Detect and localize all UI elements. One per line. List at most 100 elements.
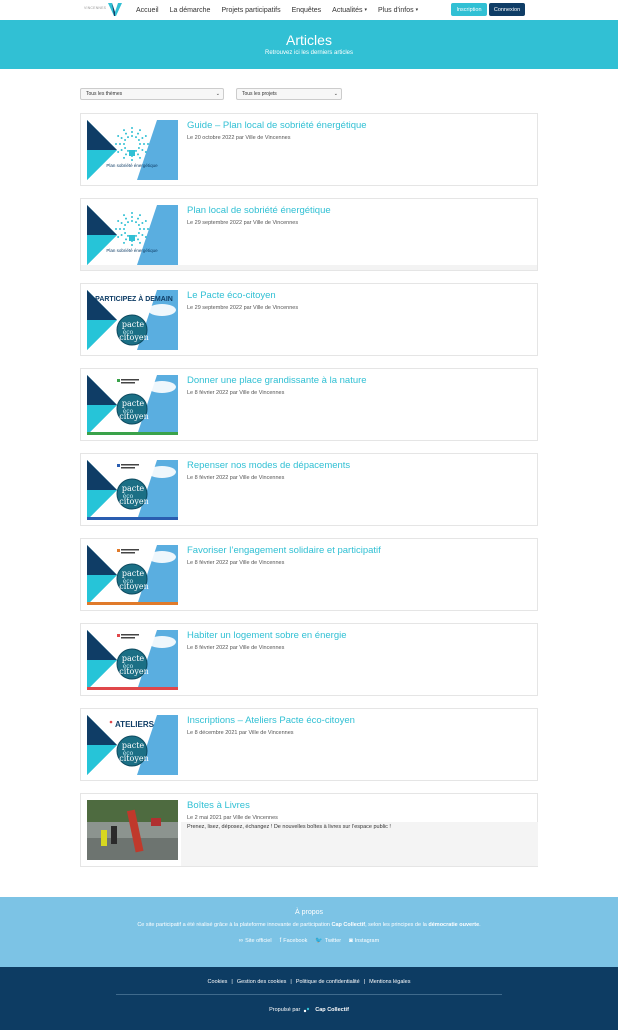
article-title[interactable]: Repenser nos modes de dépacements (187, 460, 350, 471)
nav-item-label: La démarche (169, 6, 211, 14)
footer-divider (116, 994, 502, 995)
article-thumbnail[interactable]: Plan sobriété énergétique (87, 120, 178, 180)
article-title[interactable]: Donner une place grandissante à la natur… (187, 375, 367, 386)
open-democracy-link[interactable]: démocratie ouverte (428, 922, 479, 928)
article-meta: Le 29 septembre 2022 par Ville de Vincen… (187, 305, 299, 311)
nav-item[interactable]: Enquêtes (292, 7, 322, 14)
article-meta: Le 8 décembre 2021 par Ville de Vincenne… (187, 730, 294, 736)
svg-text:citoyen: citoyen (119, 412, 148, 421)
nav-item-label: Plus d'infos (378, 6, 414, 14)
article-thumbnail[interactable]: PARTICIPEZ À DEMAIN pacte éco citoyen (87, 290, 178, 350)
article-thumbnail-image: ATELIERS pacte éco citoyen (87, 715, 178, 775)
vincennes-logo[interactable]: VINCENNES (84, 2, 124, 17)
nav-item[interactable]: La démarche (170, 7, 211, 14)
article-title[interactable]: Inscriptions – Ateliers Pacte éco-citoye… (187, 715, 355, 726)
article-meta: Le 8 février 2022 par Ville de Vincennes (187, 475, 285, 481)
powered-by-label: Propulsé par (269, 1007, 301, 1013)
article-card[interactable]: ATELIERS pacte éco citoyen Inscriptions … (80, 708, 538, 781)
nav-item[interactable]: Accueil (136, 7, 159, 14)
article-title[interactable]: Guide – Plan local de sobriété énergétiq… (187, 120, 367, 131)
inscription-button[interactable]: Inscription (451, 3, 487, 16)
svg-text:citoyen: citoyen (119, 582, 148, 591)
facebook-icon: f (279, 937, 282, 944)
separator: | (290, 979, 292, 985)
article-card[interactable]: Boîtes à Livres Le 2 mai 2021 par Ville … (80, 793, 538, 867)
page-title: Articles (286, 32, 332, 48)
caret-down-icon: ▾ (364, 7, 368, 13)
nav-item[interactable]: Projets participatifs (221, 7, 280, 14)
svg-text:pacte: pacte (122, 654, 145, 663)
nav-item[interactable]: Plus d'infos ▾ (378, 7, 418, 14)
article-meta: Le 8 février 2022 par Ville de Vincennes (187, 645, 285, 651)
about-text-part: . (479, 922, 481, 928)
social-link-instagram[interactable]: ◙ Instagram (349, 937, 379, 944)
logo-v-icon (108, 3, 122, 16)
instagram-icon: ◙ (349, 937, 353, 944)
article-thumbnail[interactable]: pacte éco citoyen (87, 630, 178, 690)
article-thumbnail-image: Plan sobriété énergétique (87, 205, 178, 265)
cap-collectif-link[interactable]: Cap Collectif (331, 922, 365, 928)
chevron-down-icon: ⌄ (215, 91, 220, 97)
article-card[interactable]: Plan sobriété énergétique Plan local de … (80, 198, 538, 271)
article-thumbnail[interactable]: pacte éco citoyen (87, 460, 178, 520)
article-thumbnail-image: pacte éco citoyen (87, 375, 178, 435)
svg-text:citoyen: citoyen (119, 754, 148, 763)
article-thumbnail-image (87, 800, 178, 860)
article-thumbnail[interactable]: Plan sobriété énergétique (87, 205, 178, 265)
footer: Cookies | Gestion des cookies | Politique de… (0, 967, 618, 1030)
article-card[interactable]: PARTICIPEZ À DEMAIN pacte éco citoyen Le… (80, 283, 538, 356)
article-meta: Le 8 février 2022 par Ville de Vincennes (187, 390, 285, 396)
article-title[interactable]: Plan local de sobriété énergétique (187, 205, 331, 216)
twitter-icon: 🐦 (315, 938, 323, 944)
social-links: ∞ Site officiel f Facebook 🐦 Twitter ◙ Instagra… (0, 937, 618, 945)
article-thumbnail-image: Plan sobriété énergétique (87, 120, 178, 180)
about-section: À propos Ce site participatif a été réal… (0, 897, 618, 967)
legal-link[interactable]: Mentions légales (369, 979, 410, 985)
article-thumbnail-image: pacte éco citoyen (87, 545, 178, 605)
nav-item[interactable]: Actualités ▾ (332, 7, 367, 14)
project-filter-value: Tous les projets (242, 91, 277, 97)
article-thumbnail[interactable]: ATELIERS pacte éco citoyen (87, 715, 178, 775)
powered-by-brand[interactable]: Cap Collectif (315, 1007, 349, 1013)
article-excerpt-text: Prenez, lisez, déposez, échangez ! De no… (187, 824, 391, 830)
article-title[interactable]: Habiter un logement sobre en énergie (187, 630, 347, 641)
article-title[interactable]: Favoriser l’engagement solidaire et part… (187, 545, 381, 556)
article-card[interactable]: pacte éco citoyen Habiter un logement so… (80, 623, 538, 696)
connexion-button[interactable]: Connexion (489, 3, 525, 16)
project-filter-select[interactable]: Tous les projets ⌄ (236, 88, 342, 100)
card-footer-band (81, 265, 537, 270)
article-card[interactable]: pacte éco citoyen Favoriser l’engagement… (80, 538, 538, 611)
legal-links: Cookies | Gestion des cookies | Politique de… (0, 979, 618, 985)
nav-item-label: Enquêtes (291, 6, 322, 14)
link-icon: ∞ (238, 937, 244, 944)
svg-text:pacte: pacte (122, 741, 145, 750)
article-thumbnail[interactable]: pacte éco citoyen (87, 375, 178, 435)
svg-text:PARTICIPEZ À DEMAIN: PARTICIPEZ À DEMAIN (95, 294, 173, 303)
about-text-part: Ce site participatif a été réalisé grâce… (137, 922, 332, 928)
article-card[interactable]: pacte éco citoyen Repenser nos modes de … (80, 453, 538, 526)
article-thumbnail[interactable]: pacte éco citoyen (87, 545, 178, 605)
social-link-twitter[interactable]: 🐦 Twitter (315, 937, 341, 945)
article-title[interactable]: Le Pacte éco-citoyen (187, 290, 276, 301)
svg-text:citoyen: citoyen (119, 497, 148, 506)
article-thumbnail[interactable] (87, 800, 178, 860)
about-text-part: , selon les principes de la (365, 922, 429, 928)
top-navbar: VINCENNES Accueil La démarche Projets part… (0, 0, 618, 20)
article-thumbnail-image: pacte éco citoyen (87, 630, 178, 690)
legal-link[interactable]: Politique de confidentialité (296, 979, 360, 985)
article-card[interactable]: pacte éco citoyen Donner une place grand… (80, 368, 538, 441)
article-meta: Le 20 octobre 2022 par Ville de Vincenne… (187, 135, 291, 141)
article-meta: Le 8 février 2022 par Ville de Vincennes (187, 560, 285, 566)
social-link-facebook[interactable]: f Facebook (280, 937, 308, 944)
social-link-site-officiel[interactable]: ∞ Site officiel (239, 937, 272, 944)
article-title[interactable]: Boîtes à Livres (187, 800, 250, 811)
svg-text:pacte: pacte (122, 320, 145, 329)
caret-down-icon: ▾ (415, 7, 419, 13)
theme-filter-select[interactable]: Tous les thèmes ⌄ (80, 88, 224, 100)
svg-text:pacte: pacte (122, 569, 145, 578)
svg-text:ATELIERS: ATELIERS (115, 720, 155, 729)
page-hero: Articles Retrouvez ici les derniers arti… (0, 20, 618, 69)
legal-link[interactable]: Gestion des cookies (237, 979, 287, 985)
article-card[interactable]: Plan sobriété énergétique Guide – Plan l… (80, 113, 538, 186)
legal-link[interactable]: Cookies (208, 979, 228, 985)
